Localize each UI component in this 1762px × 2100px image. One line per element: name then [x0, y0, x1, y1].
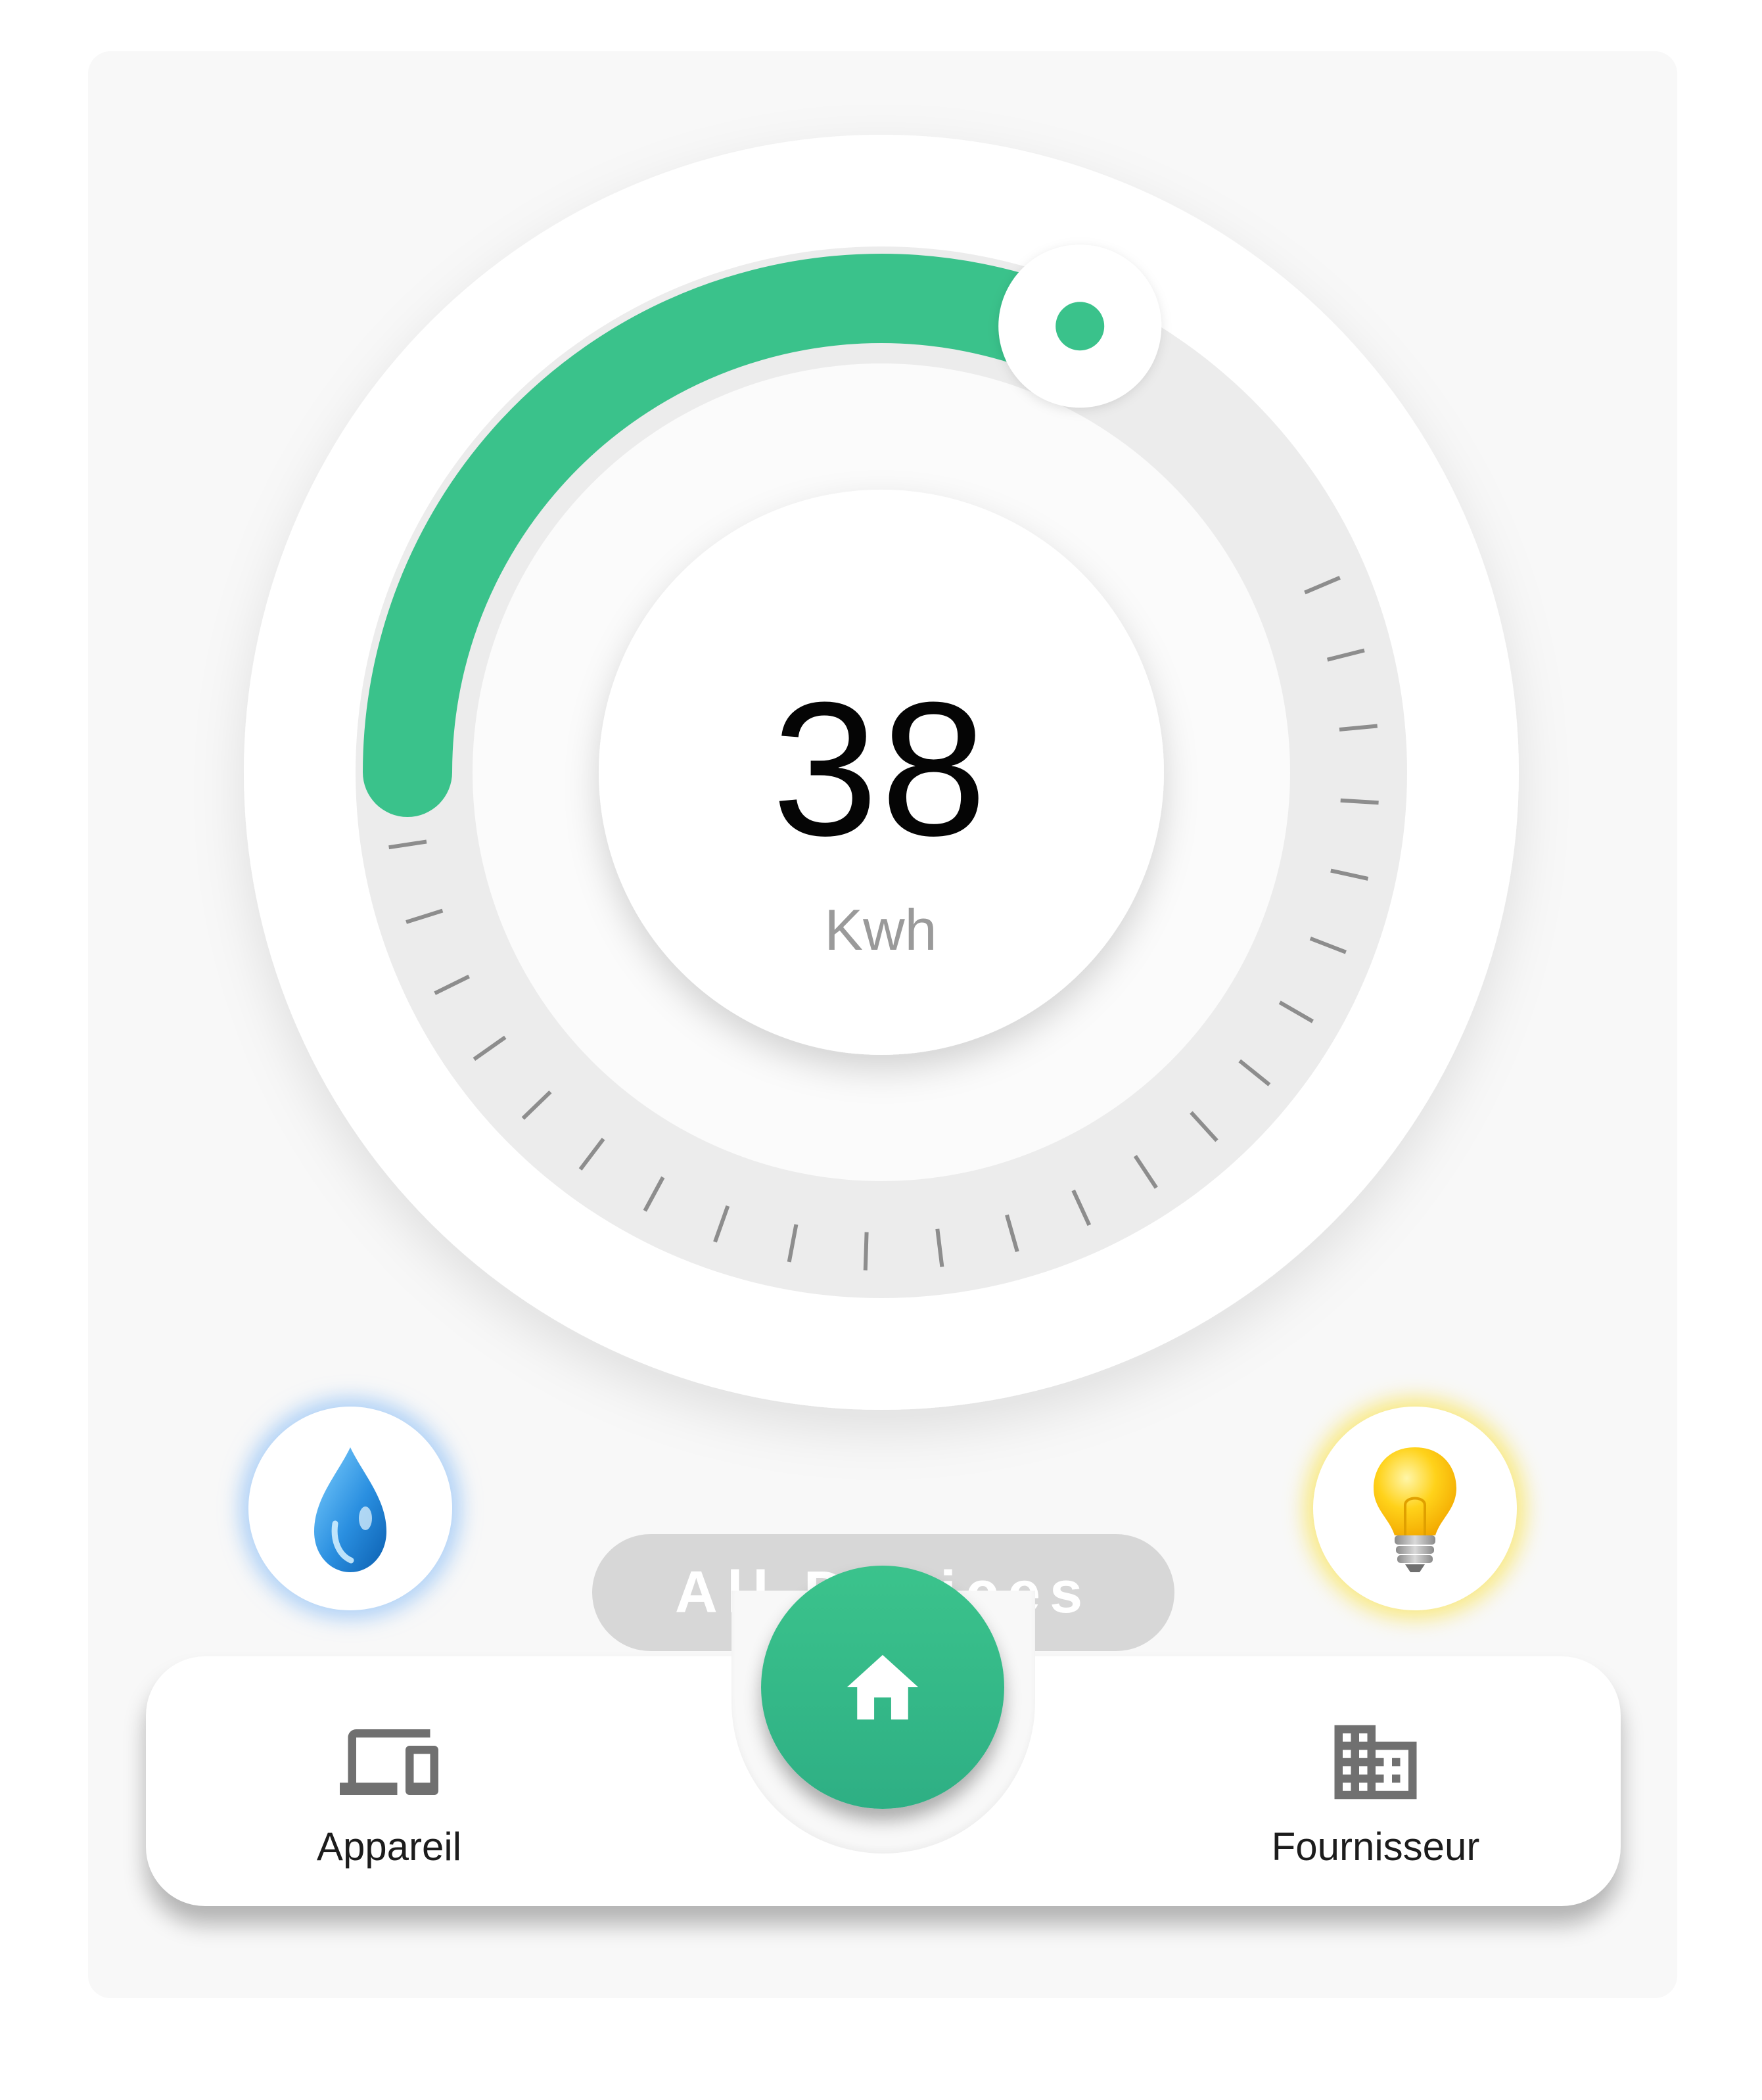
water-button[interactable]: [248, 1407, 452, 1610]
consumption-value: 38: [772, 663, 990, 875]
home-button[interactable]: [761, 1566, 1004, 1809]
nav-item-fournisseur[interactable]: Fournisseur: [1211, 1683, 1540, 1880]
electricity-button[interactable]: [1313, 1407, 1517, 1610]
light-bulb-icon: [1374, 1447, 1456, 1572]
water-drop-icon: [314, 1447, 386, 1572]
consumption-unit: Kwh: [824, 897, 937, 962]
dial-tick: [863, 1232, 869, 1271]
building-icon: [1334, 1725, 1417, 1800]
dial-tick: [1340, 798, 1379, 805]
nav-label-appareil: Appareil: [316, 1825, 462, 1869]
nav-item-appareil[interactable]: Appareil: [225, 1683, 553, 1880]
home-icon: [846, 1654, 919, 1720]
devices-icon: [340, 1729, 438, 1795]
nav-label-fournisseur: Fournisseur: [1271, 1825, 1480, 1869]
progress-knob-dot: [1055, 302, 1105, 351]
